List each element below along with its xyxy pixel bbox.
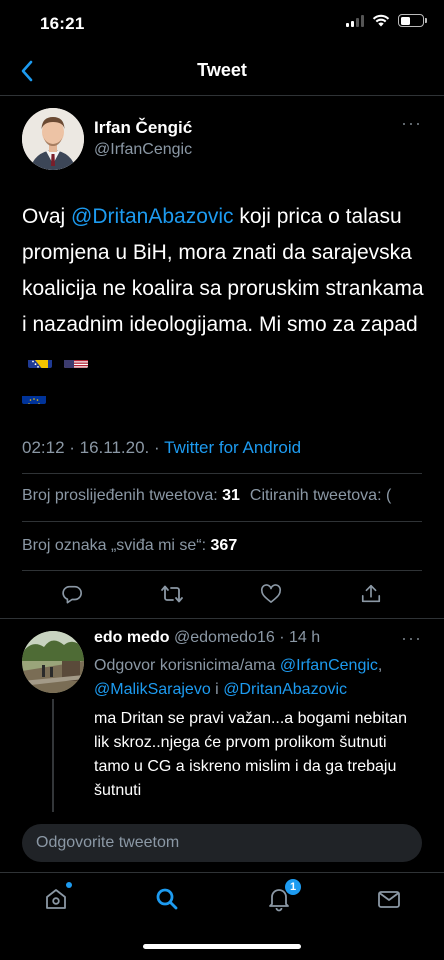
reply-text: ma Dritan se pravi važan...a bogami nebi…: [94, 710, 408, 799]
author-name[interactable]: Irfan Čengić: [94, 118, 192, 138]
bosnia-flag-icon: [28, 352, 52, 368]
reply-header: edo medo @edomedo16 · 14 h: [94, 629, 320, 647]
new-content-dot: [66, 882, 72, 888]
home-indicator[interactable]: [143, 944, 301, 949]
battery-icon: [398, 14, 427, 27]
quotes-label[interactable]: Citiranih tweetova: (: [250, 487, 391, 504]
reply-time: · 14 h: [274, 629, 321, 646]
replying-to: Odgovor korisnicima/ama @IrfanCengic, @M…: [94, 654, 434, 702]
cellular-signal-icon: [346, 14, 364, 27]
reply-tweet[interactable]: edo medo @edomedo16 · 14 h ··· Odgovor k…: [0, 521, 444, 829]
retweet-stats[interactable]: Broj proslijeđenih tweetova: 31 Citiranih…: [22, 487, 444, 505]
mention-separator: ,: [377, 657, 383, 674]
mention-conjunction: i: [210, 681, 224, 698]
usa-flag-icon: [63, 352, 88, 368]
home-icon[interactable]: [42, 882, 72, 913]
author-handle[interactable]: @IrfanCengic: [94, 141, 192, 159]
mention-link[interactable]: @MalikSarajevo: [94, 681, 211, 698]
tweet-timestamp: 02:12 · 16.11.20. ·: [22, 438, 165, 457]
search-icon[interactable]: [153, 885, 181, 913]
author-avatar[interactable]: [22, 108, 84, 170]
page-title: Tweet: [197, 60, 247, 80]
compose-area: Odgovorite tweetom: [0, 812, 444, 872]
thread-line: [52, 699, 54, 829]
tweet-text-part: Ovaj: [22, 205, 72, 228]
notifications-icon[interactable]: 1: [265, 879, 301, 913]
mention-link[interactable]: @DritanAbazovic: [71, 205, 234, 228]
status-bar: 16:21: [0, 0, 444, 46]
wifi-icon: [372, 14, 390, 27]
tweet-meta: 02:12 · 16.11.20. · Twitter for Android: [22, 438, 301, 458]
status-icons: [346, 14, 427, 27]
reply-author-name[interactable]: edo medo: [94, 629, 170, 646]
reply-compose-input[interactable]: Odgovorite tweetom: [22, 824, 422, 862]
tweet-source-link[interactable]: Twitter for Android: [164, 438, 301, 457]
reply-more-options-icon[interactable]: ···: [401, 629, 422, 647]
notification-badge: 1: [285, 879, 301, 895]
mention-link[interactable]: @IrfanCengic: [280, 657, 378, 674]
status-time: 16:21: [40, 14, 85, 33]
messages-icon[interactable]: [375, 885, 403, 913]
reply-author-handle[interactable]: @edomedo16: [174, 629, 275, 646]
more-options-icon[interactable]: ···: [401, 114, 422, 132]
divider: [22, 473, 422, 474]
mention-link[interactable]: @DritanAbazovic: [223, 681, 347, 698]
retweets-count: 31: [222, 487, 240, 504]
retweets-label: Broj proslijeđenih tweetova:: [22, 487, 223, 504]
replying-to-prefix: Odgovor korisnicima/ama: [94, 657, 280, 674]
reply-avatar[interactable]: [22, 631, 84, 693]
tweet-text: Ovaj @DritanAbazovic koji prica o talasu…: [22, 199, 432, 415]
nav-header: Tweet: [0, 46, 444, 96]
eu-flag-icon: [22, 388, 46, 404]
